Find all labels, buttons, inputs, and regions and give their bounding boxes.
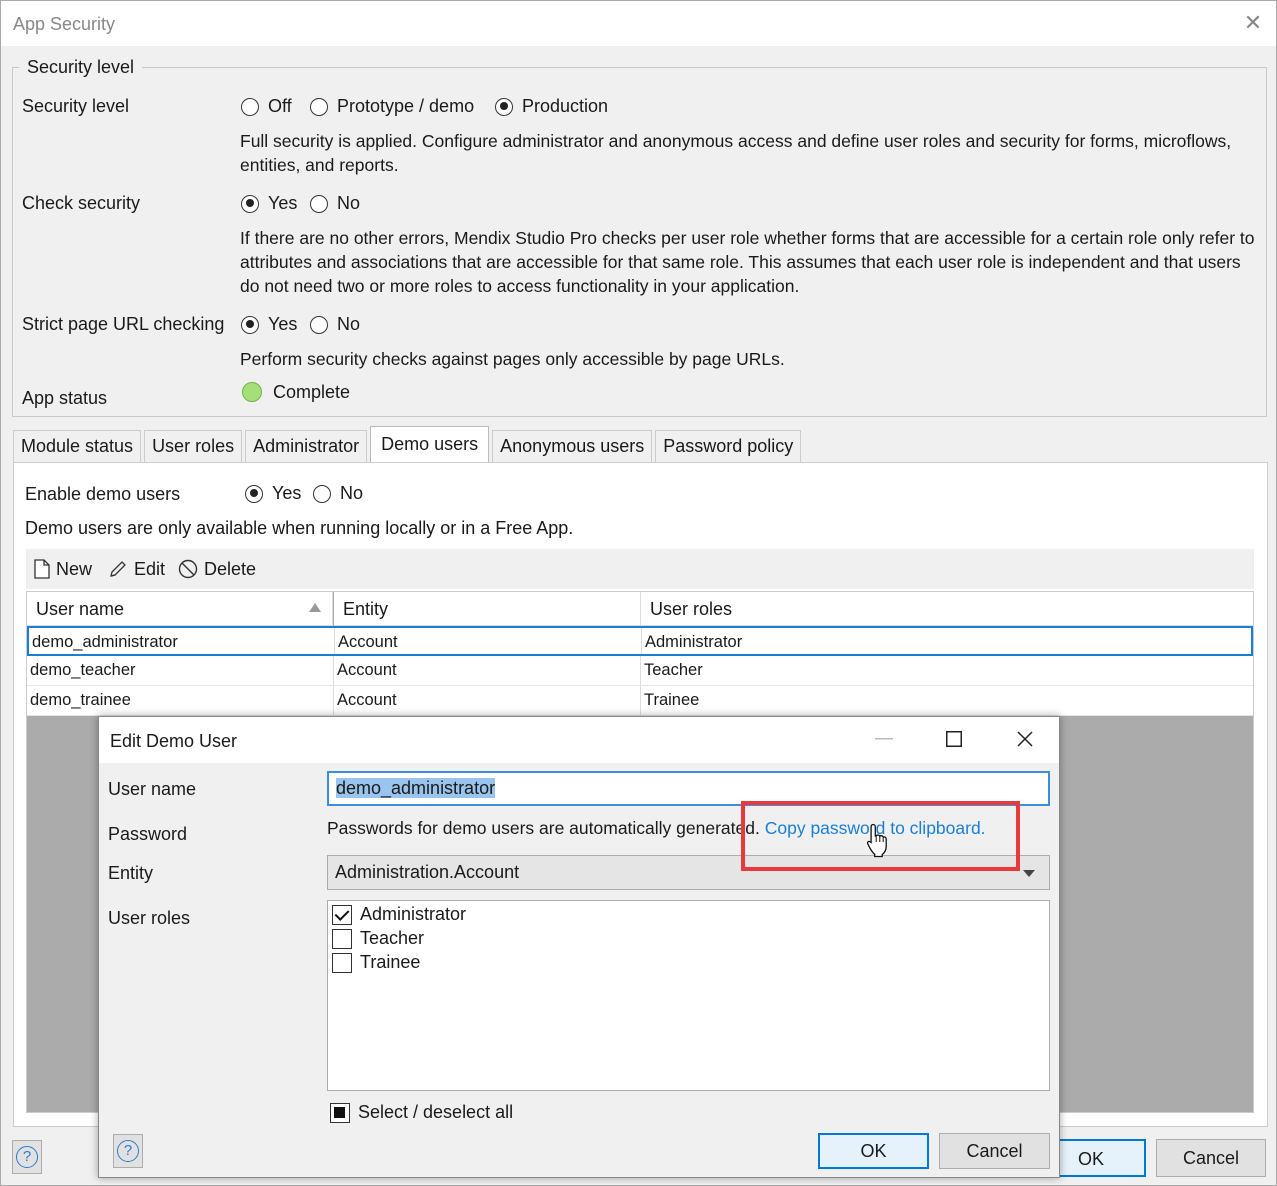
radio-circle	[241, 97, 259, 116]
app-status-value: Complete	[273, 382, 351, 402]
radio-strict-no[interactable]: No	[310, 314, 360, 335]
radio-circle-selected	[245, 484, 263, 503]
check-security-description: If there are no other errors, Mendix Stu…	[240, 228, 1255, 296]
delete-icon	[178, 559, 198, 579]
column-header-user-name[interactable]: User name	[27, 592, 333, 626]
chevron-down-icon	[1023, 870, 1035, 877]
radio-strict-yes[interactable]: Yes	[241, 314, 297, 335]
dialog-title-bar: Edit Demo User	[99, 717, 1059, 763]
window-title: App Security	[13, 14, 116, 34]
tab-demo-users[interactable]: Demo users	[370, 426, 490, 462]
check-security-label: Check security	[22, 193, 141, 213]
demo-users-note: Demo users are only available when runni…	[25, 518, 574, 538]
security-level-description: Full security is applied. Configure admi…	[240, 131, 1232, 175]
status-complete-icon	[242, 382, 262, 402]
cell-user-name: demo_teacher	[27, 656, 334, 685]
strict-url-description: Perform security checks against pages on…	[240, 349, 785, 369]
table-row[interactable]: demo_administrator Account Administrator	[27, 626, 1253, 656]
radio-circle	[313, 484, 331, 503]
minimize-icon[interactable]	[875, 738, 893, 740]
dialog-help-button[interactable]: ?	[113, 1134, 143, 1168]
cell-user-roles: Trainee	[644, 691, 700, 709]
maximize-icon[interactable]	[946, 731, 962, 747]
role-checkbox-trainee[interactable]: Trainee	[332, 952, 420, 973]
main-cancel-button[interactable]: Cancel	[1156, 1139, 1266, 1177]
new-document-icon	[34, 559, 50, 579]
radio-demo-yes[interactable]: Yes	[245, 483, 301, 504]
checkbox-indeterminate	[330, 1102, 350, 1123]
tab-anonymous-users[interactable]: Anonymous users	[492, 430, 653, 462]
help-icon: ?	[16, 1146, 38, 1168]
column-header-entity[interactable]: Entity	[334, 592, 641, 626]
user-name-label: User name	[108, 779, 197, 799]
radio-check-no[interactable]: No	[310, 193, 360, 214]
security-level-label: Security level	[22, 96, 130, 116]
role-checkbox-teacher[interactable]: Teacher	[332, 928, 424, 949]
password-label: Password	[108, 824, 188, 844]
checkbox	[332, 928, 352, 949]
edit-button[interactable]: Edit	[108, 549, 165, 589]
table-row[interactable]: demo_trainee Account Trainee	[27, 686, 1253, 716]
main-help-button[interactable]: ?	[12, 1140, 42, 1174]
table-row[interactable]: demo_teacher Account Teacher	[27, 656, 1253, 686]
tab-user-roles[interactable]: User roles	[144, 430, 243, 462]
cell-entity: Account	[335, 628, 642, 654]
sort-ascending-icon	[309, 603, 321, 612]
cell-user-roles: Teacher	[644, 661, 703, 679]
hand-cursor-icon	[866, 823, 887, 858]
radio-security-off[interactable]: Off	[241, 96, 292, 117]
cell-user-name: demo_administrator	[29, 628, 335, 654]
checkbox-checked	[332, 904, 352, 925]
radio-circle-selected	[241, 315, 259, 334]
cell-entity: Account	[334, 656, 641, 685]
help-icon: ?	[117, 1140, 139, 1162]
checkbox	[332, 952, 352, 973]
tab-administrator[interactable]: Administrator	[245, 430, 368, 462]
strict-url-label: Strict page URL checking	[22, 314, 225, 334]
demo-users-toolbar: New Edit Delete	[26, 549, 1254, 589]
close-icon[interactable]	[1017, 731, 1033, 747]
cell-user-roles: Administrator	[645, 633, 743, 651]
cell-user-name: demo_trainee	[27, 686, 334, 715]
radio-circle	[310, 97, 328, 116]
radio-demo-no[interactable]: No	[313, 483, 363, 504]
tab-password-policy[interactable]: Password policy	[655, 430, 802, 462]
radio-circle	[310, 315, 328, 334]
radio-security-prototype[interactable]: Prototype / demo	[310, 96, 474, 117]
dialog-title: Edit Demo User	[110, 731, 238, 751]
dialog-cancel-button[interactable]: Cancel	[939, 1133, 1050, 1169]
enable-demo-users-label: Enable demo users	[25, 484, 181, 504]
radio-circle	[310, 194, 328, 213]
tab-strip: Module status User roles Administrator D…	[13, 426, 804, 462]
column-header-user-roles[interactable]: User roles	[641, 592, 1253, 626]
radio-check-yes[interactable]: Yes	[241, 193, 297, 214]
radio-circle-selected	[495, 97, 513, 116]
close-icon[interactable]: ✕	[1239, 9, 1267, 37]
new-button[interactable]: New	[34, 549, 92, 589]
entity-label: Entity	[108, 863, 154, 883]
security-level-legend: Security level	[19, 57, 143, 78]
pencil-icon	[110, 561, 126, 577]
title-bar: App Security ✕	[1, 1, 1276, 46]
delete-button[interactable]: Delete	[178, 549, 256, 589]
role-checkbox-administrator[interactable]: Administrator	[332, 904, 466, 925]
edit-demo-user-dialog: Edit Demo User User name demo_administra…	[98, 716, 1060, 1178]
user-roles-label: User roles	[108, 908, 191, 928]
select-all-checkbox[interactable]: Select / deselect all	[330, 1102, 513, 1123]
tab-module-status[interactable]: Module status	[13, 430, 142, 462]
user-roles-list: Administrator Teacher Trainee	[327, 900, 1050, 1091]
cell-entity: Account	[334, 686, 641, 715]
user-name-value: demo_administrator	[336, 778, 496, 798]
radio-circle-selected	[241, 194, 259, 213]
radio-security-production[interactable]: Production	[495, 96, 608, 117]
app-status-label: App status	[22, 388, 108, 408]
dialog-ok-button[interactable]: OK	[818, 1133, 929, 1169]
